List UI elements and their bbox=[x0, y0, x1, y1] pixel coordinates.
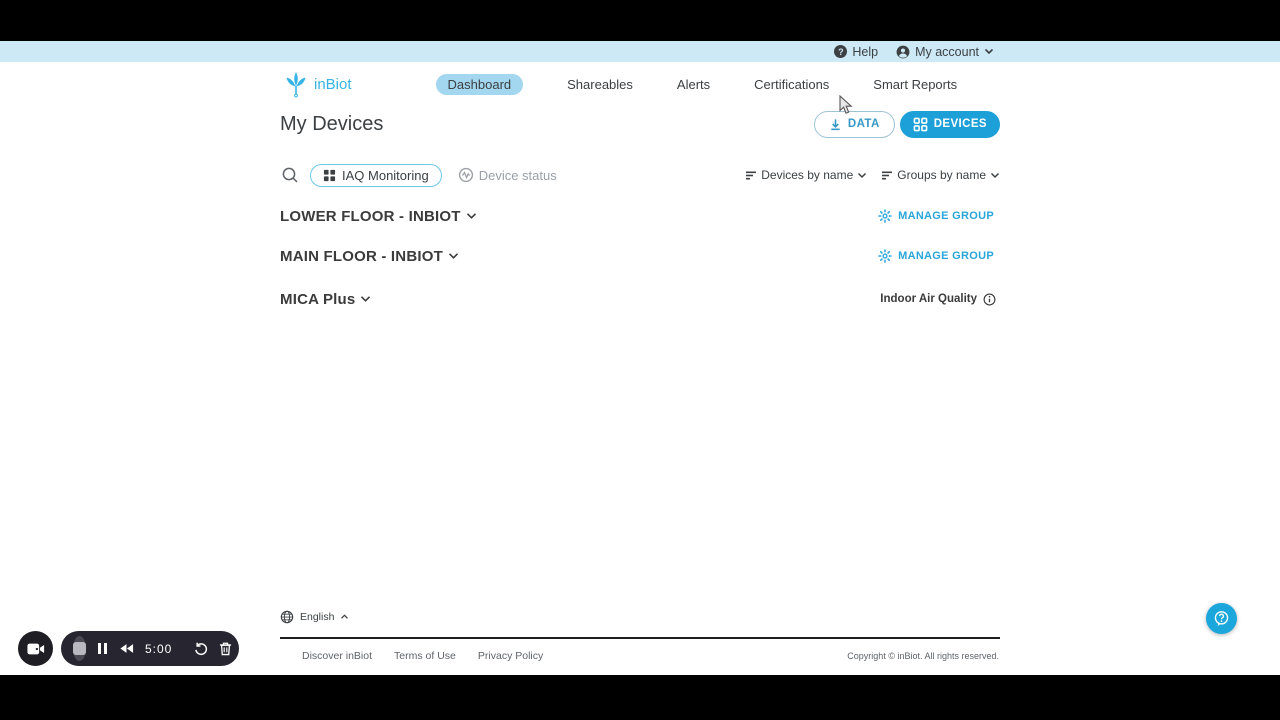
video-camera-icon bbox=[26, 643, 44, 654]
link-discover-inbiot[interactable]: Discover inBiot bbox=[302, 650, 372, 662]
utility-topbar: ? Help My account bbox=[0, 41, 1280, 62]
group-name-label: MAIN FLOOR - INBIOT bbox=[280, 247, 443, 265]
nav-certifications[interactable]: Certifications bbox=[754, 77, 829, 92]
grid-small-icon bbox=[323, 169, 336, 181]
info-icon[interactable] bbox=[983, 293, 996, 306]
trash-icon bbox=[220, 642, 232, 655]
download-icon bbox=[831, 118, 840, 130]
title-row: My Devices DATA DEVICES bbox=[280, 110, 1000, 138]
recorder-controls: 5:00 bbox=[61, 631, 239, 666]
sort-groups-label: Groups by name bbox=[897, 168, 986, 182]
user-icon bbox=[896, 45, 910, 58]
chevron-up-icon bbox=[341, 614, 349, 619]
inbiot-logo-icon bbox=[286, 71, 306, 97]
screen-recorder-widget: 5:00 bbox=[18, 631, 239, 666]
chevron-down-icon bbox=[858, 172, 867, 178]
manage-group-label: MANAGE GROUP bbox=[898, 210, 994, 222]
sort-groups-dropdown[interactable]: Groups by name bbox=[881, 168, 1000, 182]
chevron-down-icon bbox=[361, 296, 371, 302]
help-fab-button[interactable] bbox=[1206, 603, 1237, 634]
empty-space bbox=[280, 308, 1000, 609]
help-bubble-icon bbox=[1214, 611, 1229, 626]
filter-row: IAQ Monitoring Device status Devices by … bbox=[280, 163, 1000, 187]
account-label: My account bbox=[915, 44, 979, 59]
rewind-icon bbox=[120, 644, 134, 653]
link-terms-of-use[interactable]: Terms of Use bbox=[394, 650, 456, 662]
sort-devices-dropdown[interactable]: Devices by name bbox=[745, 168, 867, 182]
header-row: inBiot Dashboard Shareables Alerts Certi… bbox=[280, 68, 1000, 100]
iaq-monitoring-label: IAQ Monitoring bbox=[342, 167, 429, 183]
recording-time: 5:00 bbox=[145, 641, 173, 656]
devices-button-label: DEVICES bbox=[933, 118, 987, 130]
group-name-label: LOWER FLOOR - INBIOT bbox=[280, 207, 461, 225]
search-button[interactable] bbox=[280, 165, 300, 185]
delete-button[interactable] bbox=[219, 642, 232, 656]
rewind-button[interactable] bbox=[119, 643, 134, 654]
group-row: MICA Plus Indoor Air Quality bbox=[280, 290, 1000, 308]
footer-divider bbox=[280, 637, 1000, 639]
group-mica-plus-toggle[interactable]: MICA Plus bbox=[280, 291, 371, 308]
help-label: Help bbox=[852, 44, 879, 59]
group-lower-floor-toggle[interactable]: LOWER FLOOR - INBIOT bbox=[280, 208, 477, 225]
device-status-label: Device status bbox=[478, 167, 557, 183]
nav-alerts[interactable]: Alerts bbox=[677, 77, 710, 92]
indoor-air-quality-label: Indoor Air Quality bbox=[880, 293, 1000, 306]
nav-dashboard[interactable]: Dashboard bbox=[435, 73, 524, 95]
status-pulse-icon bbox=[458, 167, 473, 183]
gear-icon bbox=[878, 209, 892, 223]
screen: ? Help My account inBiot Dashboard Share… bbox=[0, 0, 1280, 720]
restart-icon bbox=[195, 642, 208, 655]
nav-shareables[interactable]: Shareables bbox=[567, 77, 633, 92]
group-row: LOWER FLOOR - INBIOT MANAGE GROUP bbox=[280, 207, 1000, 225]
globe-icon bbox=[280, 610, 294, 624]
stop-icon bbox=[73, 642, 86, 655]
group-row: MAIN FLOOR - INBIOT MANAGE GROUP bbox=[280, 247, 1000, 265]
grid-icon bbox=[913, 117, 928, 131]
link-privacy-policy[interactable]: Privacy Policy bbox=[478, 650, 543, 662]
chevron-down-icon bbox=[984, 48, 994, 55]
account-menu[interactable]: My account bbox=[896, 45, 994, 59]
chevron-down-icon bbox=[990, 172, 1000, 178]
footer-links: Discover inBiot Terms of Use Privacy Pol… bbox=[280, 649, 1000, 663]
sort-devices-label: Devices by name bbox=[761, 168, 854, 182]
device-status-toggle[interactable]: Device status bbox=[458, 167, 557, 183]
brand-name: inBiot bbox=[314, 75, 352, 93]
main-area: inBiot Dashboard Shareables Alerts Certi… bbox=[0, 62, 1280, 675]
iaq-text: Indoor Air Quality bbox=[880, 293, 977, 305]
sort-icon bbox=[882, 171, 893, 179]
devices-button[interactable]: DEVICES bbox=[899, 110, 1000, 138]
group-name-label: MICA Plus bbox=[280, 290, 356, 308]
data-button-label: DATA bbox=[847, 118, 880, 130]
chevron-down-icon bbox=[448, 253, 459, 259]
gear-icon bbox=[878, 249, 892, 263]
restart-button[interactable] bbox=[194, 642, 208, 656]
sort-icon bbox=[746, 171, 757, 179]
main-nav: Dashboard Shareables Alerts Certificatio… bbox=[435, 73, 957, 95]
nav-smart-reports[interactable]: Smart Reports bbox=[873, 77, 957, 92]
language-label: English bbox=[300, 611, 335, 623]
group-main-floor-toggle[interactable]: MAIN FLOOR - INBIOT bbox=[280, 248, 459, 265]
brand[interactable]: inBiot bbox=[284, 71, 352, 98]
page-title: My Devices bbox=[280, 112, 384, 135]
manage-group-button[interactable]: MANAGE GROUP bbox=[878, 249, 1000, 263]
manage-group-label: MANAGE GROUP bbox=[898, 250, 994, 262]
data-button[interactable]: DATA bbox=[813, 110, 895, 138]
search-icon bbox=[282, 167, 298, 183]
language-selector[interactable]: English bbox=[280, 609, 1000, 625]
help-menu[interactable]: ? Help bbox=[834, 45, 878, 59]
manage-group-button[interactable]: MANAGE GROUP bbox=[878, 209, 1000, 223]
camera-button[interactable] bbox=[18, 631, 53, 666]
chevron-down-icon bbox=[466, 213, 476, 219]
help-icon: ? bbox=[834, 45, 848, 58]
stop-button[interactable] bbox=[73, 636, 86, 661]
copyright-text: Copyright © inBiot. All rights reserved. bbox=[847, 651, 999, 661]
pause-button[interactable] bbox=[97, 642, 108, 655]
pause-icon bbox=[98, 643, 107, 654]
iaq-monitoring-toggle[interactable]: IAQ Monitoring bbox=[310, 163, 442, 187]
